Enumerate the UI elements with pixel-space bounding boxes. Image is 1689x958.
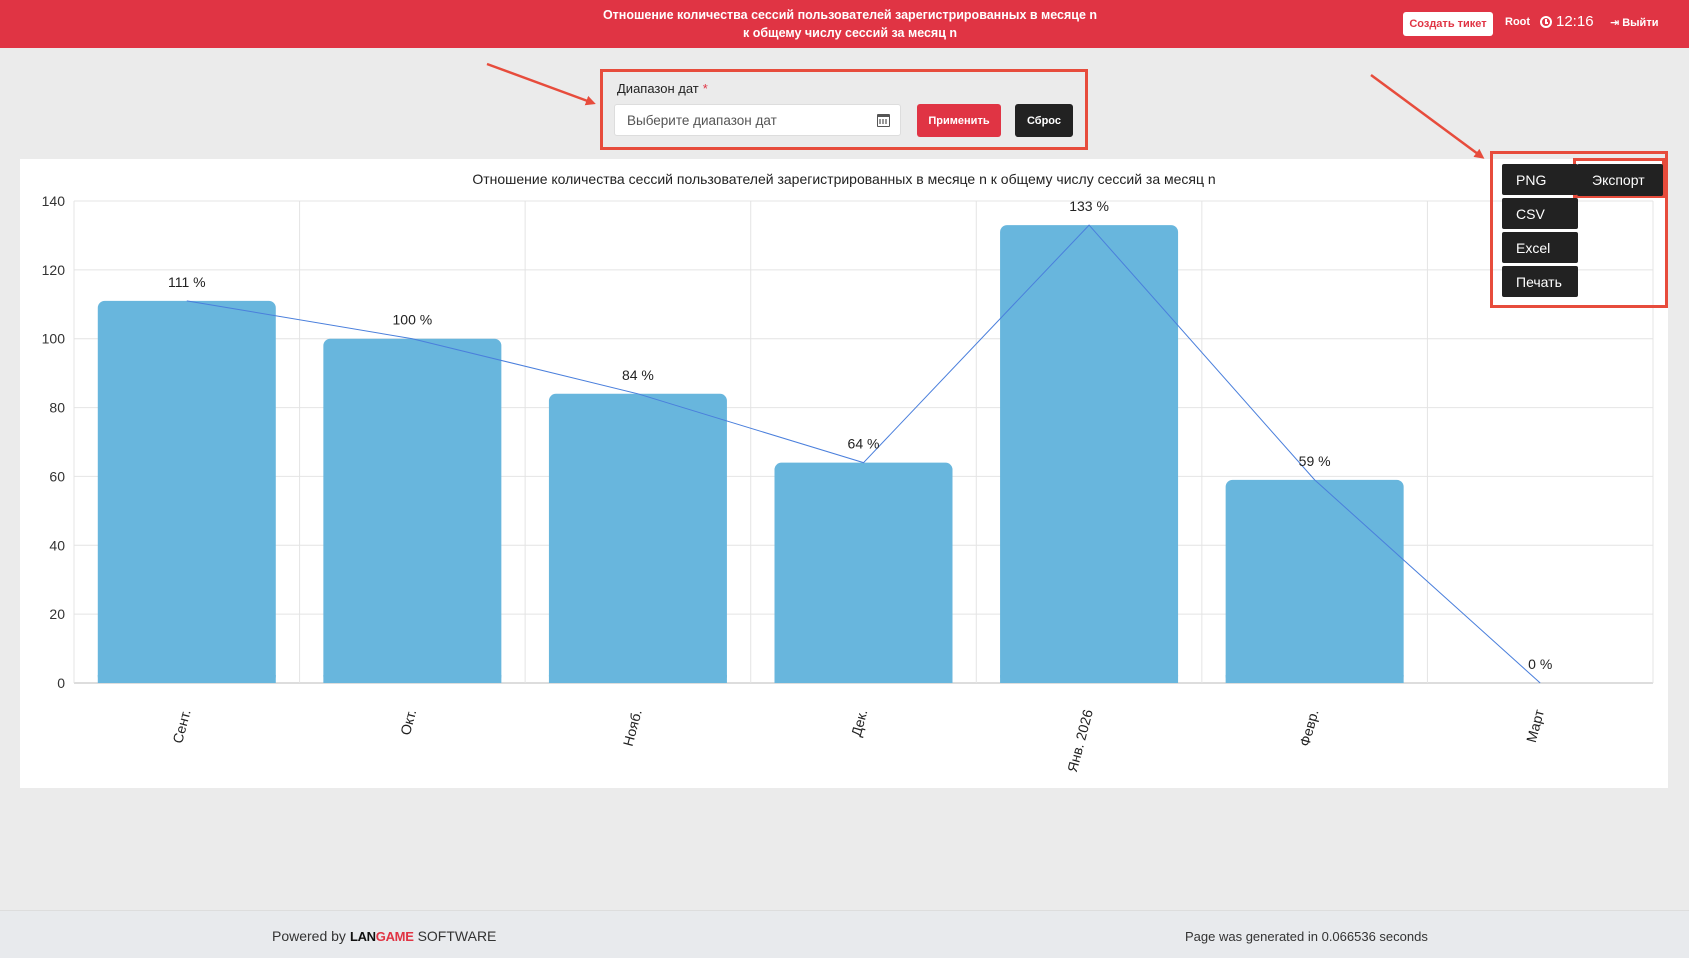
x-tick-label-2: Нояб. [620,708,645,748]
x-tick-label-4: Янв. 2026 [1064,707,1096,773]
export-option-1[interactable]: CSV [1502,198,1578,229]
y-tick-label: 120 [42,262,66,278]
data-label-3: 64 % [848,436,880,452]
daterange-label-text: Диапазон дат [617,81,699,96]
powered-by-text: Powered by [272,928,346,944]
chart-svg: 0 20 40 60 80 100 120 140 111 % 100 % 84 % 64 % 133 … [42,193,1654,774]
apply-button[interactable]: Применить [917,104,1001,137]
x-tick-label-0: Сент. [169,708,193,745]
footer-powered-by: Powered by LANGAME SOFTWARE [272,928,496,944]
arrow-to-export [1370,73,1485,159]
bar-base-3 [774,675,953,683]
bar-1 [323,338,502,683]
bar-base-4 [1000,675,1179,683]
reset-button[interactable]: Сброс [1015,104,1073,137]
bar-base-0 [97,675,276,683]
page-title: Отношение количества сессий пользователе… [602,8,1098,40]
export-option-3[interactable]: Печать [1502,266,1578,297]
export-option-0[interactable]: PNG [1502,164,1578,195]
bar-3 [774,462,953,683]
export-option-2[interactable]: Excel [1502,232,1578,263]
bar-5 [1225,479,1404,683]
required-mark: * [702,81,708,96]
page-generated-time: Page was generated in 0.066536 seconds [1185,929,1428,944]
y-tick-label: 100 [42,331,66,347]
x-tick-label-6: Март [1523,707,1547,744]
brand-logo-right: GAME [375,929,414,944]
x-tick-label-5: Февр. [1296,708,1321,748]
brand-logo: LANGAME [350,929,414,944]
bar-base-5 [1225,675,1404,683]
data-label-4: 133 % [1069,198,1109,214]
y-tick-label: 40 [49,537,65,553]
x-tick-label-3: Дек. [848,708,871,739]
clock: 12:16 [1540,13,1594,30]
clock-time: 12:16 [1556,13,1594,30]
logout-icon: ⇥ [1610,17,1620,29]
data-label-1: 100 % [393,312,433,328]
top-bar: Отношение количества сессий пользователе… [0,0,1689,48]
y-tick-label: 140 [42,193,66,209]
calendar-icon[interactable] [877,114,890,127]
data-label-0: 111 % [168,274,206,290]
logout-link[interactable]: ⇥ Выйти [1610,16,1659,30]
x-tick-label-1: Окт. [397,708,419,737]
y-tick-label: 0 [57,675,65,691]
bar-2 [548,393,727,683]
y-tick-label: 60 [49,468,65,484]
y-tick-label: 20 [49,606,65,622]
user-name[interactable]: Root [1505,16,1530,28]
create-ticket-button[interactable]: Создать тикет [1403,12,1493,36]
y-tick-label: 80 [49,400,65,416]
bar-0 [97,300,276,683]
brand-suffix: SOFTWARE [417,928,497,944]
footer: Powered by LANGAME SOFTWARE Page was gen… [0,910,1689,958]
arrow-to-daterange [486,62,596,106]
chart-panel: Отношение количества сессий пользователе… [20,159,1668,788]
bar-4 [1000,225,1179,683]
brand-logo-left: LAN [349,929,376,944]
daterange-input[interactable]: Выберите диапазон дат [614,104,901,136]
bar-base-1 [323,675,502,683]
clock-icon [1540,15,1552,28]
bar-base-2 [548,675,727,683]
export-button[interactable]: Экспорт [1577,164,1663,196]
daterange-label: Диапазон дат * [617,81,708,96]
data-label-2: 84 % [622,367,654,383]
daterange-placeholder: Выберите диапазон дат [627,112,777,128]
logout-label: Выйти [1622,16,1659,29]
data-label-6: 0 % [1528,656,1552,672]
data-label-5: 59 % [1299,453,1331,469]
